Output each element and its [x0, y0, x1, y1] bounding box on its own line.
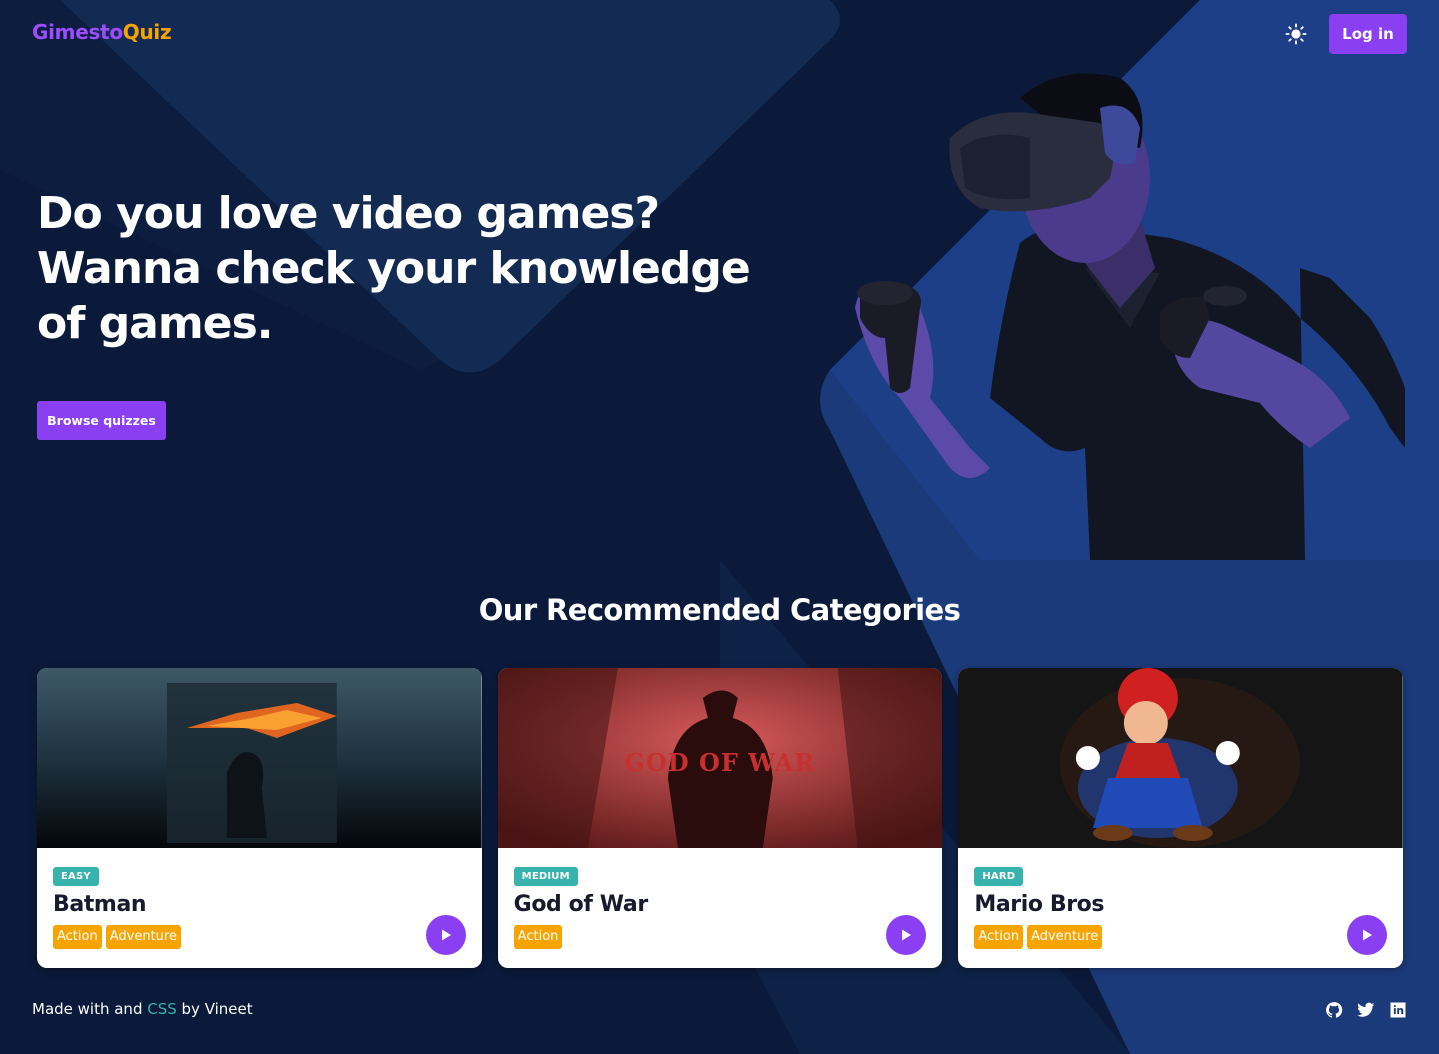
- category-cards: EASY Batman Action Adventure GOD OF WAR …: [37, 668, 1404, 968]
- tag: Adventure: [1027, 925, 1103, 949]
- hero-title-line: of games.: [37, 298, 273, 349]
- logo[interactable]: GimestoQuiz: [32, 20, 172, 44]
- card-title: God of War: [513, 892, 649, 917]
- svg-text:GOD OF WAR: GOD OF WAR: [624, 748, 815, 777]
- footer-text-after: by Vineet: [176, 1000, 253, 1018]
- tag-list: Action: [513, 925, 927, 949]
- logo-part-quiz: Quiz: [122, 20, 172, 44]
- play-icon: [1363, 929, 1373, 941]
- play-button[interactable]: [886, 915, 927, 955]
- social-links: [1325, 1001, 1407, 1019]
- hero-title-line: Wanna check your knowledge: [37, 243, 751, 294]
- footer-css-link[interactable]: CSS: [147, 1000, 177, 1018]
- twitter-icon: [1357, 1002, 1375, 1017]
- category-card-batman[interactable]: EASY Batman Action Adventure: [37, 668, 482, 968]
- category-card-mario-bros[interactable]: HARD Mario Bros Action Adventure: [958, 668, 1404, 968]
- difficulty-badge: EASY: [53, 867, 99, 886]
- card-title: Batman: [53, 892, 147, 917]
- mario-bros-card-image: [958, 668, 1404, 848]
- card-title: Mario Bros: [974, 892, 1105, 917]
- header: GimestoQuiz Log in: [0, 0, 1439, 68]
- god-of-war-card-image: GOD OF WAR: [497, 668, 943, 848]
- browse-quizzes-button[interactable]: Browse quizzes: [37, 401, 166, 440]
- card-body: MEDIUM God of War Action: [498, 848, 943, 968]
- play-button[interactable]: [425, 915, 466, 955]
- play-button[interactable]: [1347, 915, 1388, 955]
- login-button[interactable]: Log in: [1329, 14, 1407, 54]
- tag: Action: [513, 925, 563, 949]
- category-card-god-of-war[interactable]: GOD OF WAR MEDIUM God of War Action: [497, 668, 943, 968]
- hero-vr-player-image: [830, 68, 1405, 560]
- play-icon: [441, 929, 451, 941]
- linkedin-icon: [1390, 1002, 1406, 1018]
- section-title: Our Recommended Categories: [478, 593, 961, 627]
- batman-card-image: [37, 668, 482, 848]
- footer-credit: Made with and CSS by Vineet: [32, 1000, 253, 1018]
- tag-list: Action Adventure: [974, 925, 1387, 949]
- footer-text-before: Made with and: [32, 1000, 148, 1018]
- logo-part-gimesto: Gimesto: [32, 20, 123, 44]
- difficulty-badge: MEDIUM: [513, 867, 578, 886]
- difficulty-badge: HARD: [974, 867, 1024, 886]
- card-body: HARD Mario Bros Action Adventure: [958, 848, 1403, 968]
- github-icon: [1326, 1002, 1343, 1018]
- sun-icon: [1285, 23, 1307, 45]
- linkedin-link[interactable]: [1389, 1001, 1407, 1019]
- hero-title-line: Do you love video games?: [37, 188, 660, 239]
- tag: Action: [974, 925, 1024, 949]
- twitter-link[interactable]: [1357, 1001, 1375, 1019]
- tag-list: Action Adventure: [53, 925, 466, 949]
- hero-title: Do you love video games? Wanna check you…: [37, 186, 757, 351]
- play-icon: [902, 929, 912, 941]
- tag: Adventure: [105, 925, 181, 949]
- tag: Action: [53, 925, 102, 949]
- card-body: EASY Batman Action Adventure: [37, 848, 482, 968]
- github-link[interactable]: [1325, 1001, 1343, 1019]
- theme-toggle-button[interactable]: [1282, 20, 1310, 48]
